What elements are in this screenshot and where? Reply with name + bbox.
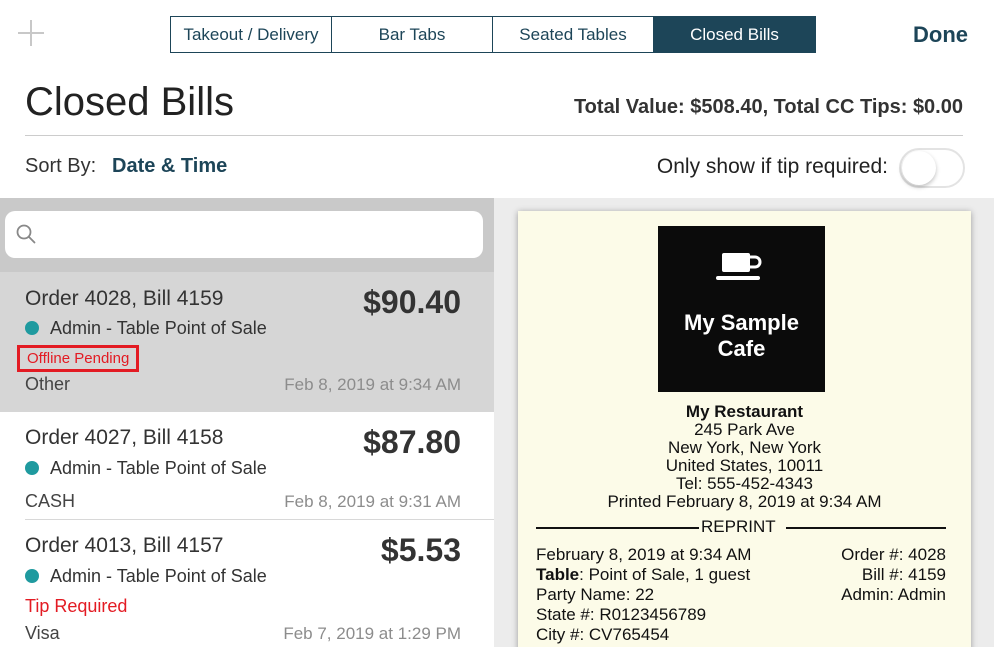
- bill-user: Admin - Table Point of Sale: [50, 566, 267, 586]
- status-dot: [25, 569, 39, 583]
- receipt-state: State #: R0123456789: [536, 605, 707, 624]
- bill-title: Order 4013, Bill 4157: [25, 534, 224, 557]
- coffee-cup-icon: [716, 253, 762, 280]
- receipt-admin: Admin: Admin: [841, 585, 946, 604]
- bill-amount: $90.40: [363, 284, 461, 320]
- bill-list: Order 4028, Bill 4159 $90.40 Admin - Tab…: [0, 198, 494, 647]
- add-icon[interactable]: [18, 20, 44, 46]
- bill-row[interactable]: Order 4027, Bill 4158 $87.80 Admin - Tab…: [0, 412, 494, 520]
- payment-method: CASH: [25, 491, 76, 511]
- search-bar-container: [0, 198, 494, 272]
- receipt-order-number: Order #: 4028: [841, 545, 946, 564]
- receipt-panel: My Sample Cafe My Restaurant 245 Park Av…: [494, 198, 994, 647]
- divider-line: [536, 527, 699, 529]
- bill-user: Admin - Table Point of Sale: [50, 318, 267, 338]
- logo-text: My Sample Cafe: [684, 310, 799, 361]
- bill-amount: $5.53: [380, 532, 461, 568]
- status-dot: [25, 461, 39, 475]
- payment-method: Visa: [25, 623, 60, 643]
- bill-date: Feb 7, 2019 at 1:29 PM: [283, 624, 461, 643]
- search-icon: [16, 224, 36, 244]
- status-dot: [25, 321, 39, 335]
- sort-label: Sort By:: [25, 155, 97, 177]
- address-line: New York, New York: [667, 438, 822, 457]
- done-button[interactable]: Done: [913, 22, 968, 48]
- bill-row[interactable]: Order 4013, Bill 4157 $5.53 Admin - Tabl…: [0, 520, 494, 647]
- bill-date: Feb 8, 2019 at 9:31 AM: [284, 492, 461, 511]
- divider-line: [786, 527, 946, 529]
- receipt-party: Party Name: 22: [536, 585, 655, 604]
- reprint-label: REPRINT: [701, 517, 776, 536]
- tab-takeout-delivery[interactable]: Takeout / Delivery: [171, 17, 332, 52]
- receipt-table: Table: Point of Sale, 1 guest: [536, 566, 750, 584]
- header-divider: [25, 135, 963, 136]
- receipt-preview: My Sample Cafe My Restaurant 245 Park Av…: [518, 211, 971, 647]
- toggle-knob: [902, 151, 936, 185]
- address-line: 245 Park Ave: [694, 420, 795, 439]
- table-label: Table: [536, 565, 580, 584]
- payment-method: Other: [25, 374, 71, 394]
- restaurant-name: My Restaurant: [685, 402, 804, 421]
- tab-seated-tables[interactable]: Seated Tables: [493, 17, 654, 52]
- table-value: : Point of Sale, 1 guest: [579, 565, 751, 584]
- receipt-bill-number: Bill #: 4159: [861, 565, 946, 584]
- bill-row[interactable]: Order 4028, Bill 4159 $90.40 Admin - Tab…: [0, 272, 494, 412]
- bill-title: Order 4028, Bill 4159: [25, 287, 224, 310]
- bill-user: Admin - Table Point of Sale: [50, 458, 267, 478]
- tip-filter-toggle[interactable]: [899, 148, 965, 188]
- cafe-logo: My Sample Cafe: [658, 226, 825, 392]
- totals-summary: Total Value: $508.40, Total CC Tips: $0.…: [573, 96, 963, 118]
- tip-filter-label: Only show if tip required:: [656, 155, 888, 178]
- receipt-date: February 8, 2019 at 9:34 AM: [536, 545, 752, 564]
- bill-title: Order 4027, Bill 4158: [25, 426, 224, 449]
- printed-line: Printed February 8, 2019 at 9:34 AM: [607, 492, 882, 511]
- sort-selector[interactable]: Date & Time: [112, 155, 227, 178]
- phone-line: Tel: 555-452-4343: [675, 474, 814, 493]
- address-line: United States, 10011: [665, 456, 824, 475]
- tab-closed-bills[interactable]: Closed Bills: [654, 17, 815, 52]
- offline-pending-badge: Offline Pending: [17, 345, 140, 372]
- tip-required-label: Tip Required: [25, 596, 128, 616]
- tab-bar-tabs[interactable]: Bar Tabs: [332, 17, 493, 52]
- view-segmented-control: Takeout / Delivery Bar Tabs Seated Table…: [170, 16, 816, 53]
- bill-amount: $87.80: [363, 424, 461, 460]
- reprint-divider: REPRINT: [536, 518, 946, 536]
- bill-date: Feb 8, 2019 at 9:34 AM: [284, 375, 461, 394]
- search-input[interactable]: [5, 211, 483, 258]
- page-title: Closed Bills: [25, 80, 234, 124]
- receipt-city: City #: CV765454: [536, 625, 670, 644]
